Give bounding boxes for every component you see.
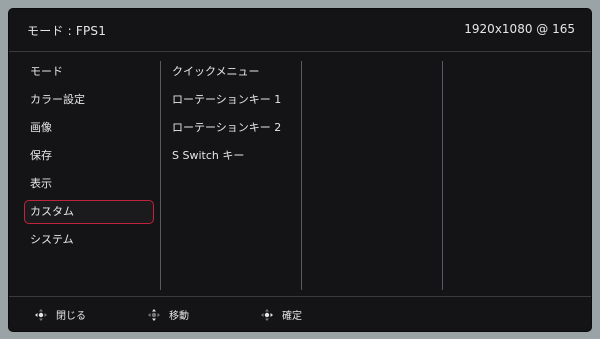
menu-item-label: カラー設定 xyxy=(30,93,85,106)
resolution-refresh-label: 1920x1080 @ 165 xyxy=(464,22,575,36)
main-menu: モード カラー設定 画像 保存 表示 カスタム システム xyxy=(24,60,154,256)
menu-item-label: 画像 xyxy=(30,121,52,134)
menu-item-label: 表示 xyxy=(30,177,52,190)
submenu: クイックメニュー ローテーションキー 1 ローテーションキー 2 S Switc… xyxy=(172,60,302,172)
close-label: 閉じる xyxy=(56,311,86,322)
column-divider xyxy=(160,61,161,290)
footer-confirm[interactable]: 確定 xyxy=(260,307,302,322)
menu-item-label: カスタム xyxy=(30,205,74,218)
dpad-up-down-icon xyxy=(148,308,160,321)
dpad-left-icon xyxy=(35,308,47,321)
menu-item-display[interactable]: 表示 xyxy=(24,172,154,196)
menu-item-mode[interactable]: モード xyxy=(24,60,154,84)
menu-item-color-settings[interactable]: カラー設定 xyxy=(24,88,154,112)
confirm-label: 確定 xyxy=(282,311,302,322)
current-mode-label: モード : FPS1 xyxy=(27,24,107,38)
footer-move[interactable]: 移動 xyxy=(147,307,189,322)
move-label: 移動 xyxy=(169,311,189,322)
osd-header: モード : FPS1 1920x1080 @ 165 xyxy=(9,9,591,52)
submenu-item-s-switch-key[interactable]: S Switch キー xyxy=(172,144,302,168)
submenu-item-rotation-key-1[interactable]: ローテーションキー 1 xyxy=(172,88,302,112)
submenu-item-rotation-key-2[interactable]: ローテーションキー 2 xyxy=(172,116,302,140)
menu-item-label: 保存 xyxy=(30,149,52,162)
menu-item-picture[interactable]: 画像 xyxy=(24,116,154,140)
menu-item-custom[interactable]: カスタム xyxy=(24,200,154,224)
column-divider xyxy=(442,61,443,290)
menu-item-label: システム xyxy=(30,233,74,246)
dpad-right-icon xyxy=(261,308,273,321)
osd-footer: 閉じる 移動 確定 xyxy=(9,296,591,332)
footer-close[interactable]: 閉じる xyxy=(34,307,86,322)
submenu-item-quick-menu[interactable]: クイックメニュー xyxy=(172,60,302,84)
menu-item-label: モード xyxy=(30,65,63,78)
menu-item-save[interactable]: 保存 xyxy=(24,144,154,168)
menu-item-system[interactable]: システム xyxy=(24,228,154,252)
osd-menu-panel: モード : FPS1 1920x1080 @ 165 モード カラー設定 画像 … xyxy=(9,9,591,331)
